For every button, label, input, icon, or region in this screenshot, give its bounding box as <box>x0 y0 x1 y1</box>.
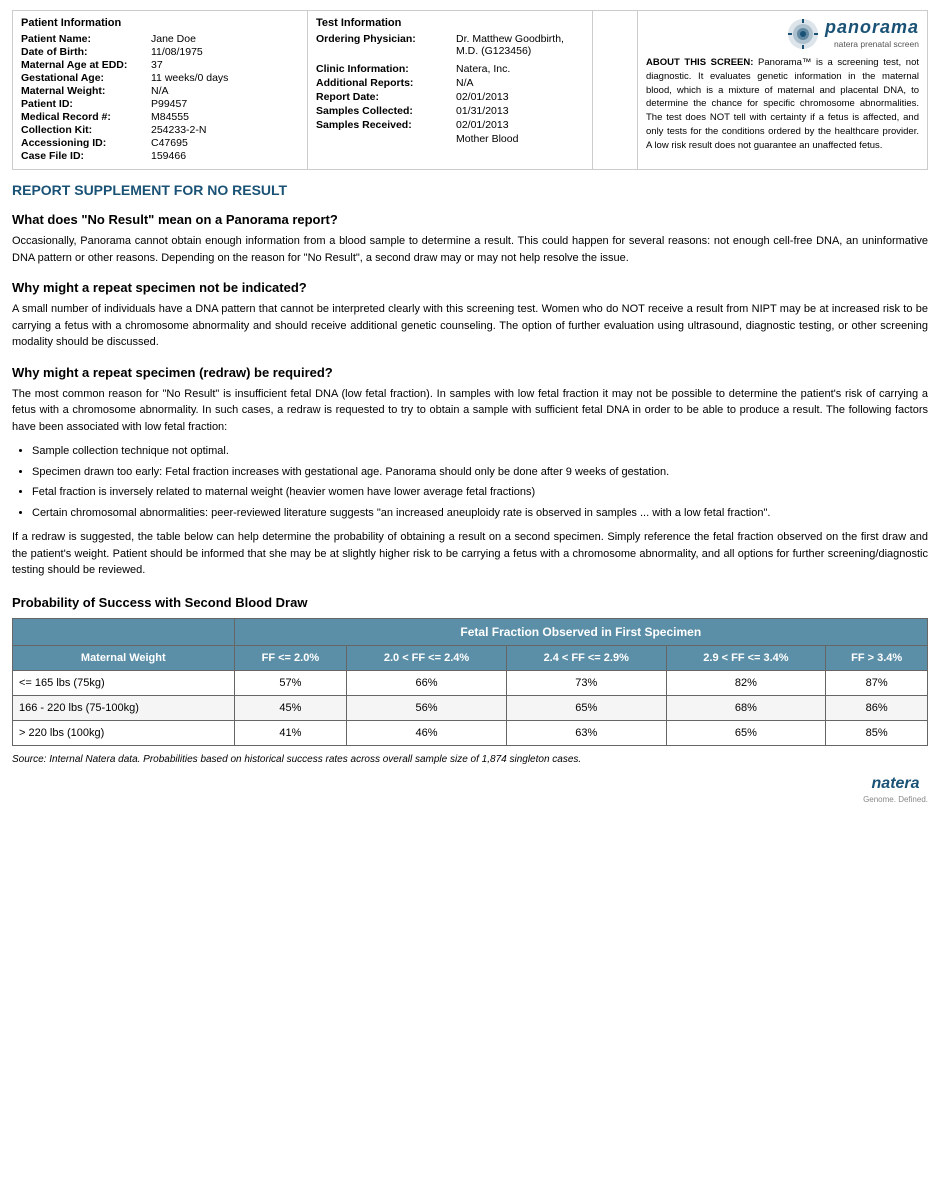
row2-v2: 56% <box>347 695 507 720</box>
panorama-logo-text: panorama natera prenatal screen <box>825 17 919 50</box>
row3-weight: > 220 lbs (100kg) <box>13 720 235 745</box>
row1-v1: 57% <box>234 670 347 695</box>
report-date-label: Report Date: <box>316 91 456 103</box>
q2-body: A small number of individuals have a DNA… <box>12 301 928 351</box>
report-date-value: 02/01/2013 <box>456 91 509 103</box>
footer-brand: natera <box>872 775 920 792</box>
patient-info-box: Patient Information Patient Name: Jane D… <box>13 11 308 169</box>
gestational-age-label: Gestational Age: <box>21 72 151 84</box>
logo-area: panorama natera prenatal screen <box>646 17 919 50</box>
additional-reports-value: N/A <box>456 77 474 89</box>
table-row: 166 - 220 lbs (75-100kg) 45% 56% 65% 68%… <box>13 695 928 720</box>
samples-collected-label: Samples Collected: <box>316 105 456 117</box>
medical-record-value: M84555 <box>151 111 189 123</box>
row1-v5: 87% <box>826 670 928 695</box>
mother-blood-value: Mother Blood <box>456 133 518 145</box>
row3-v5: 85% <box>826 720 928 745</box>
about-body: Panorama™ is a screening test, not diagn… <box>646 57 919 151</box>
about-title: ABOUT THIS SCREEN: <box>646 57 753 68</box>
col-header-ff3: 2.4 < FF <= 2.9% <box>506 645 666 670</box>
samples-received-label: Samples Received: <box>316 119 456 131</box>
col-header-ff5: FF > 3.4% <box>826 645 928 670</box>
dob-value: 11/08/1975 <box>151 46 203 58</box>
patient-info-title: Patient Information <box>21 17 299 29</box>
row1-weight: <= 165 lbs (75kg) <box>13 670 235 695</box>
about-text: ABOUT THIS SCREEN: Panorama™ is a screen… <box>646 56 919 152</box>
samples-collected-value: 01/31/2013 <box>456 105 509 117</box>
patient-name-value: Jane Doe <box>151 33 196 45</box>
row2-v4: 68% <box>666 695 826 720</box>
maternal-weight-label: Maternal Weight: <box>21 85 151 97</box>
maternal-age-label: Maternal Age at EDD: <box>21 59 151 71</box>
ordering-physician-label: Ordering Physician: <box>316 33 456 57</box>
bullet-item-4: Certain chromosomal abnormalities: peer-… <box>32 505 928 522</box>
collection-kit-value: 254233-2-N <box>151 124 206 136</box>
footer: natera Genome. Defined. <box>12 775 928 805</box>
q1-heading: What does "No Result" mean on a Panorama… <box>12 212 928 227</box>
test-info-title: Test Information <box>316 17 584 29</box>
table-top-header: Fetal Fraction Observed in First Specime… <box>234 618 927 645</box>
maternal-weight-value: N/A <box>151 85 169 97</box>
bullet-list: Sample collection technique not optimal.… <box>32 443 928 521</box>
table-top-header-spacer <box>13 618 235 645</box>
accessioning-id-label: Accessioning ID: <box>21 137 151 149</box>
bullet-item-3: Fetal fraction is inversely related to m… <box>32 484 928 501</box>
row3-v2: 46% <box>347 720 507 745</box>
q3-intro: The most common reason for "No Result" i… <box>12 386 928 436</box>
collection-sub-label <box>316 133 456 145</box>
probability-table: Fetal Fraction Observed in First Specime… <box>12 618 928 746</box>
table-row: > 220 lbs (100kg) 41% 46% 63% 65% 85% <box>13 720 928 745</box>
report-supplement-title: REPORT SUPPLEMENT for NO RESULT <box>12 182 928 198</box>
row1-v4: 82% <box>666 670 826 695</box>
q1-body: Occasionally, Panorama cannot obtain eno… <box>12 233 928 266</box>
collection-kit-label: Collection Kit: <box>21 124 151 136</box>
row2-weight: 166 - 220 lbs (75-100kg) <box>13 695 235 720</box>
row2-v3: 65% <box>506 695 666 720</box>
col-header-ff2: 2.0 < FF <= 2.4% <box>347 645 507 670</box>
ordering-physician-value: Dr. Matthew Goodbirth, M.D. (G123456) <box>456 33 584 57</box>
test-info-box: Test Information Ordering Physician: Dr.… <box>308 11 593 169</box>
row1-v2: 66% <box>347 670 507 695</box>
gestational-age-value: 11 weeks/0 days <box>151 72 228 84</box>
additional-reports-label: Additional Reports: <box>316 77 456 89</box>
row1-v3: 73% <box>506 670 666 695</box>
footer-tagline: Genome. Defined. <box>863 795 928 804</box>
patient-name-label: Patient Name: <box>21 33 151 45</box>
row2-v1: 45% <box>234 695 347 720</box>
probability-title: Probability of Success with Second Blood… <box>12 595 928 610</box>
patient-id-label: Patient ID: <box>21 98 151 110</box>
row3-v1: 41% <box>234 720 347 745</box>
probability-section: Probability of Success with Second Blood… <box>12 595 928 765</box>
source-text: Source: Internal Natera data. Probabilit… <box>12 754 928 765</box>
bullet-item-1: Sample collection technique not optimal. <box>32 443 928 460</box>
panorama-icon <box>787 18 819 50</box>
table-row: <= 165 lbs (75kg) 57% 66% 73% 82% 87% <box>13 670 928 695</box>
case-file-id-label: Case File ID: <box>21 150 151 162</box>
col-header-ff1: FF <= 2.0% <box>234 645 347 670</box>
bullet-item-2: Specimen drawn too early: Fetal fraction… <box>32 464 928 481</box>
row2-v5: 86% <box>826 695 928 720</box>
col-header-ff4: 2.9 < FF <= 3.4% <box>666 645 826 670</box>
medical-record-label: Medical Record #: <box>21 111 151 123</box>
patient-id-value: P99457 <box>151 98 187 110</box>
q2-heading: Why might a repeat specimen not be indic… <box>12 280 928 295</box>
q3-heading: Why might a repeat specimen (redraw) be … <box>12 365 928 380</box>
clinic-info-label: Clinic Information: <box>316 63 456 75</box>
samples-received-value: 02/01/2013 <box>456 119 509 131</box>
about-section: panorama natera prenatal screen ABOUT TH… <box>638 10 928 170</box>
case-file-id-value: 159466 <box>151 150 186 162</box>
col-header-weight: Maternal Weight <box>13 645 235 670</box>
maternal-age-value: 37 <box>151 59 163 71</box>
row3-v4: 65% <box>666 720 826 745</box>
row3-v3: 63% <box>506 720 666 745</box>
clinic-info-value: Natera, Inc. <box>456 63 510 75</box>
q3-closing: If a redraw is suggested, the table belo… <box>12 529 928 579</box>
dob-label: Date of Birth: <box>21 46 151 58</box>
accessioning-id-value: C47695 <box>151 137 188 149</box>
